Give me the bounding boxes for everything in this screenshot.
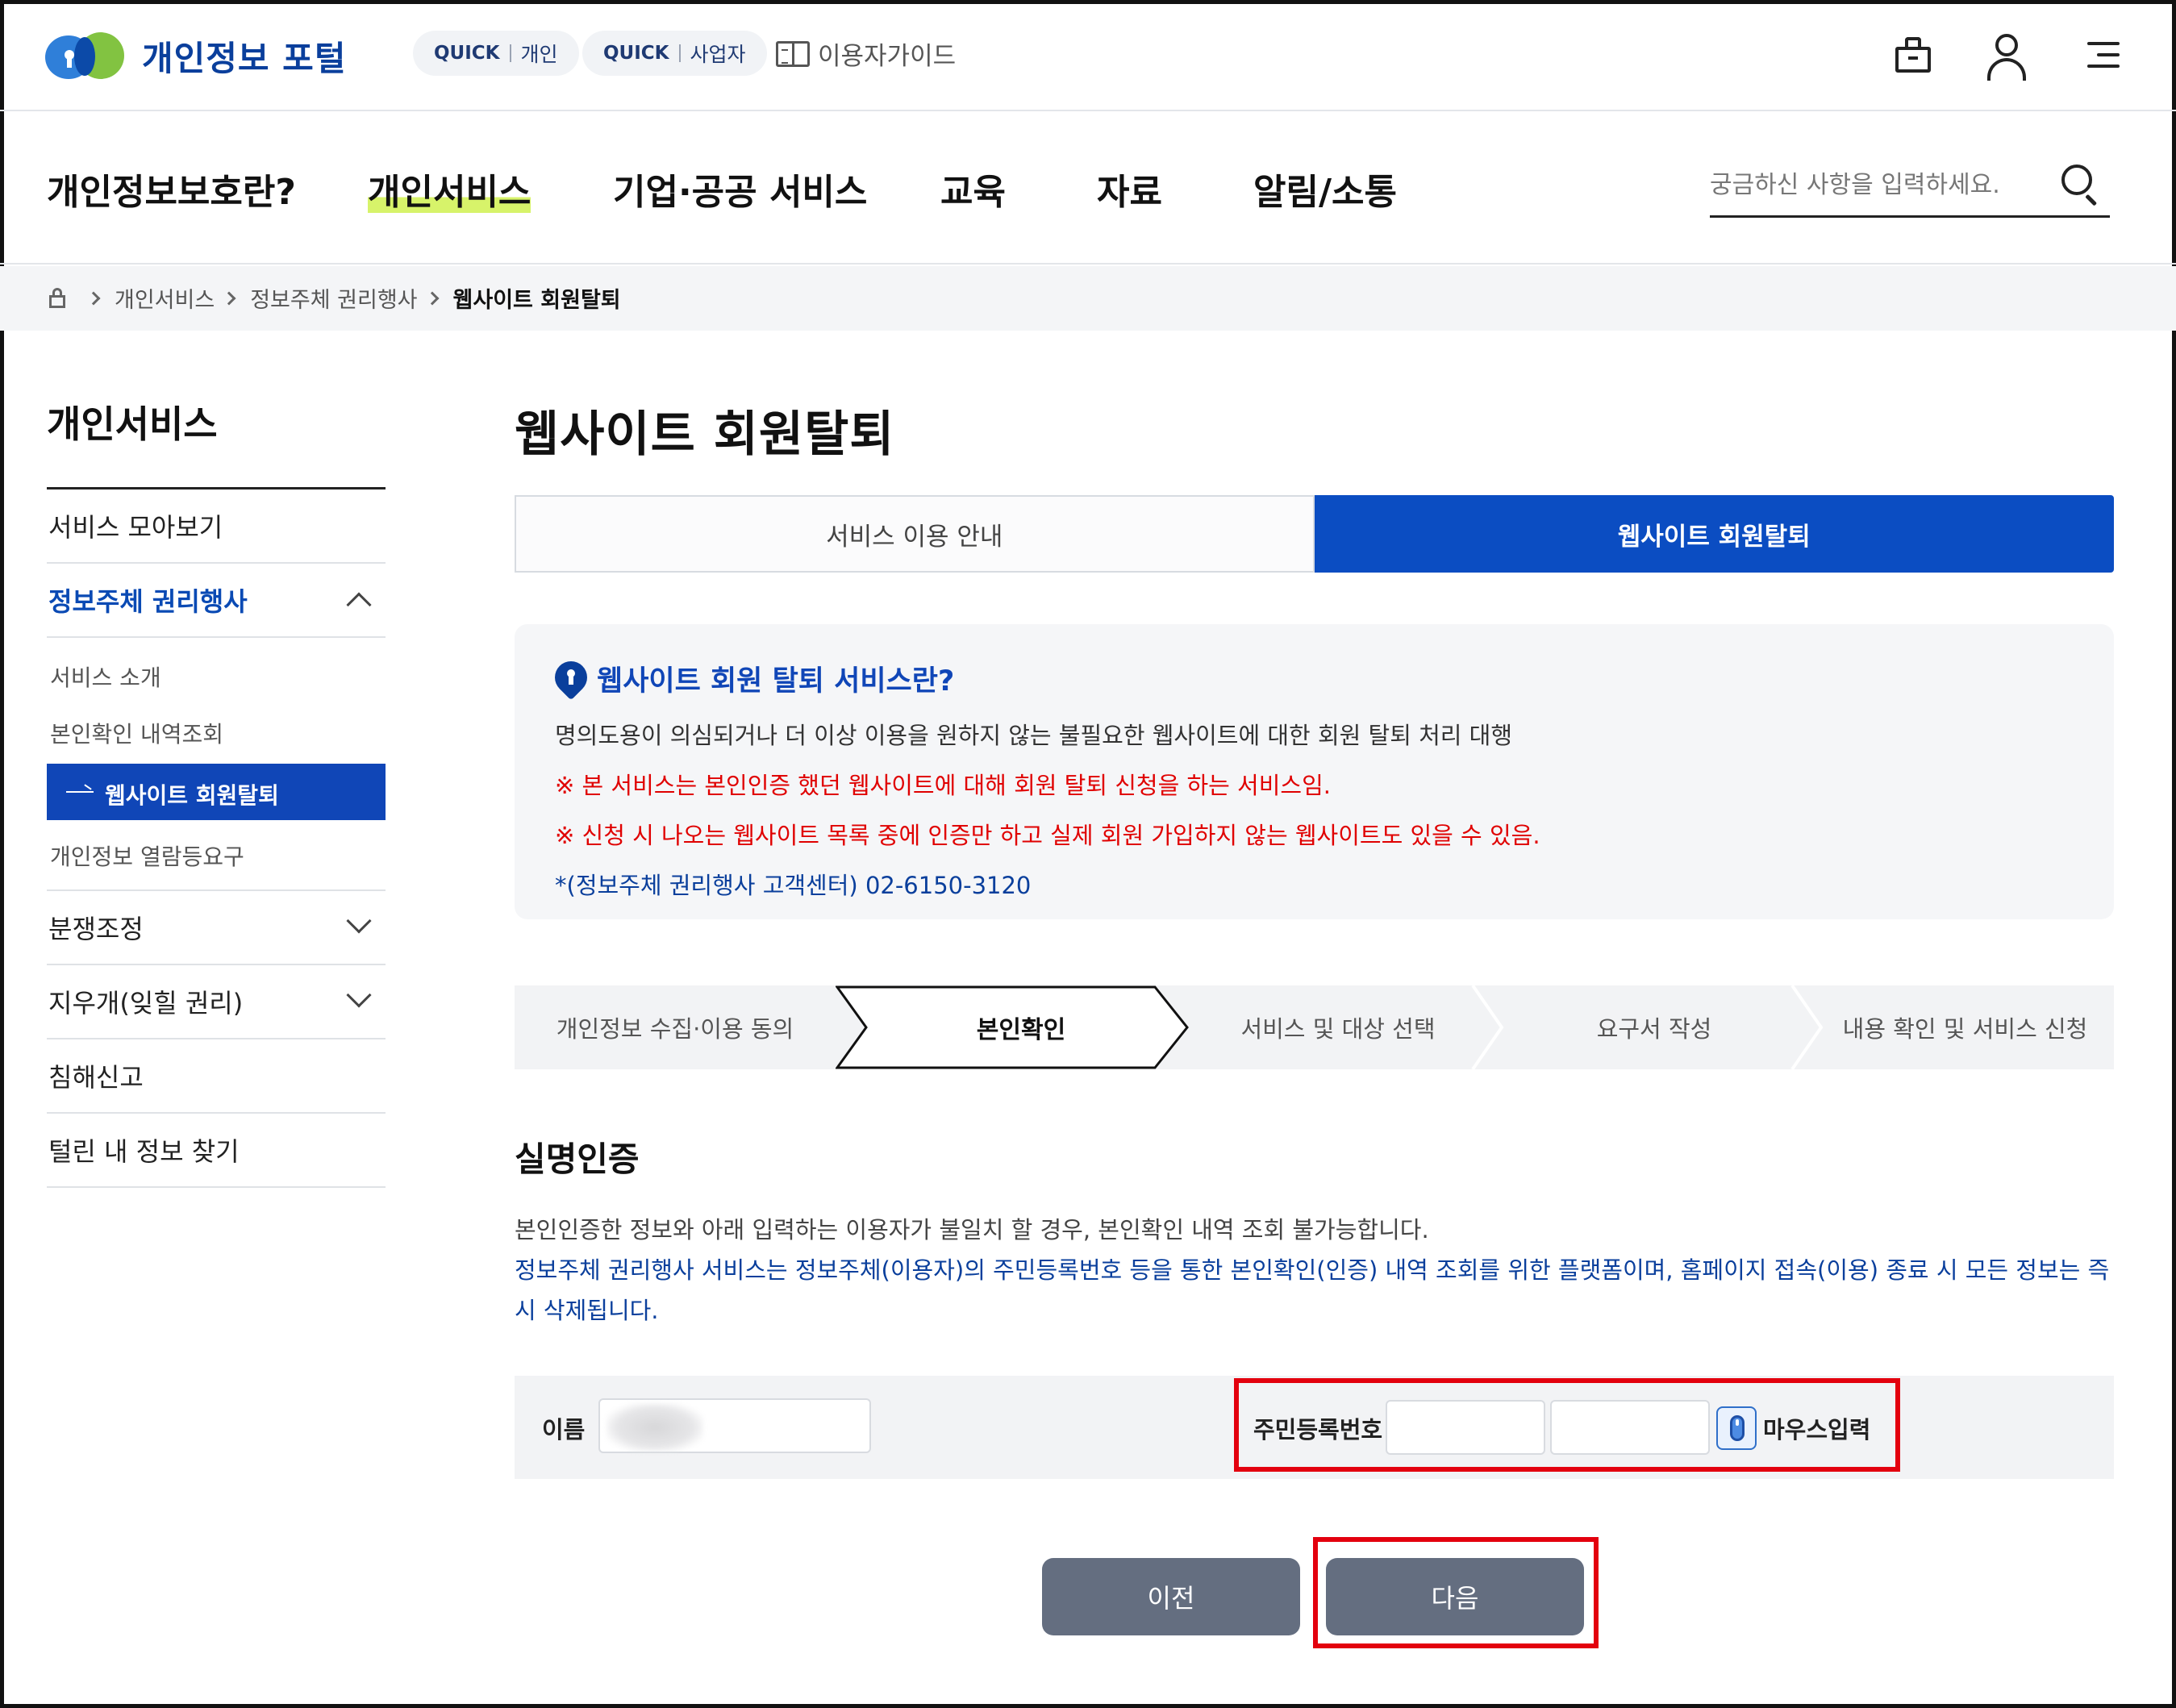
book-icon	[776, 40, 810, 67]
sidebar-title: 개인서비스	[47, 402, 218, 446]
user-guide-label: 이용자가이드	[818, 42, 957, 71]
name-blurred-value	[607, 1403, 703, 1452]
next-button[interactable]: 다음	[1326, 1558, 1584, 1635]
main-nav: 개인정보보호란? 개인서비스 기업·공공 서비스 교육 자료 알림/소통	[0, 113, 2176, 265]
chevron-right-icon	[425, 291, 440, 305]
breadcrumb-item[interactable]: 정보주체 권리행사	[250, 282, 417, 314]
info-notice: ※ 신청 시 나오는 웹사이트 목록 중에 인증만 하고 실제 회원 가입하지 …	[555, 822, 1540, 849]
sidebar-menu: 서비스 모아보기 정보주체 권리행사 서비스 소개 본인확인 내역조회 웹사이트…	[47, 487, 386, 1188]
step-verification: 본인확인	[976, 1016, 1066, 1044]
site-logo[interactable]: 개인정보 포털	[45, 31, 346, 81]
breadcrumb-item[interactable]: 개인서비스	[115, 282, 215, 314]
nav-item-education[interactable]: 교육	[940, 163, 1006, 215]
top-bar: 개인정보 포털 QUICK 개인 QUICK 사업자 이용자가이드	[0, 0, 2176, 111]
bag-icon[interactable]	[1890, 32, 1936, 77]
tab-bar: 서비스 이용 안내 웹사이트 회원탈퇴	[515, 495, 2114, 573]
step-write-request: 요구서 작성	[1596, 1015, 1712, 1043]
sidebar-subitem-withdrawal[interactable]: 웹사이트 회원탈퇴	[47, 764, 386, 820]
step-confirm-apply: 내용 확인 및 서비스 신청	[1842, 1015, 2088, 1043]
section-desc-line: 본인인증한 정보와 아래 입력하는 이용자가 불일치 할 경우, 본인확인 내역…	[515, 1216, 1429, 1244]
info-contact: *(정보주체 권리행사 고객센터) 02-6150-3120	[555, 872, 1032, 899]
nav-item-business-service[interactable]: 기업·공공 서비스	[613, 163, 867, 215]
sidebar-subitem-access-request[interactable]: 개인정보 열람등요구	[47, 825, 386, 881]
sidebar-item-eraser[interactable]: 지우개(잊힐 권리)	[47, 965, 386, 1039]
nav-item-personal-service[interactable]: 개인서비스	[368, 163, 531, 215]
quick-label: 개인	[520, 43, 558, 66]
chevron-down-icon	[346, 908, 372, 934]
quick-link-business[interactable]: QUICK 사업자	[582, 31, 767, 76]
breadcrumb: 개인서비스 정보주체 권리행사 웹사이트 회원탈퇴	[47, 282, 621, 314]
sidebar-item-dispute[interactable]: 분쟁조정	[47, 891, 386, 965]
chevron-down-icon	[346, 982, 372, 1008]
annotation-highlight-box	[1234, 1378, 1900, 1472]
sidebar-item-report[interactable]: 침해신고	[47, 1039, 386, 1114]
quick-prefix: QUICK	[434, 43, 500, 64]
user-icon[interactable]	[1984, 32, 2029, 81]
quick-label: 사업자	[690, 43, 746, 66]
chevron-right-icon	[222, 291, 236, 305]
nav-item-about[interactable]: 개인정보보호란?	[47, 163, 296, 215]
sidebar-item-leaked-info[interactable]: 털린 내 정보 찾기	[47, 1114, 386, 1188]
logo-mark-icon	[45, 31, 124, 81]
section-title: 실명인증	[515, 1139, 640, 1179]
search-icon[interactable]	[2060, 163, 2099, 206]
user-guide-link[interactable]: 이용자가이드	[776, 35, 956, 72]
section-desc-notice: 정보주체 권리행사 서비스는 정보주체(이용자)의 주민등록번호 등을 통한 본…	[515, 1256, 2110, 1324]
search-input[interactable]	[1710, 165, 2049, 205]
name-label: 이름	[542, 1416, 586, 1443]
home-icon[interactable]	[47, 287, 68, 310]
step-verification-active: 본인확인	[836, 985, 1190, 1069]
info-pin-icon	[548, 654, 594, 700]
nav-item-resources[interactable]: 자료	[1097, 163, 1162, 215]
search-box	[1710, 155, 2110, 218]
quick-link-personal[interactable]: QUICK 개인	[413, 31, 579, 76]
page-title: 웹사이트 회원탈퇴	[515, 406, 895, 463]
quick-divider	[678, 44, 681, 62]
breadcrumb-current: 웹사이트 회원탈퇴	[452, 288, 621, 313]
info-heading: 웹사이트 회원 탈퇴 서비스란?	[548, 654, 2074, 700]
quick-prefix: QUICK	[603, 43, 669, 64]
step-consent: 개인정보 수집·이용 동의	[556, 1015, 794, 1043]
info-notice: ※ 본 서비스는 본인인증 했던 웹사이트에 대해 회원 탈퇴 신청을 하는 서…	[555, 772, 1331, 799]
info-box: 웹사이트 회원 탈퇴 서비스란? 명의도용이 의심되거나 더 이상 이용을 원하…	[515, 624, 2114, 919]
sidebar-item-overview[interactable]: 서비스 모아보기	[47, 489, 386, 564]
step-select-service: 서비스 및 대상 선택	[1240, 1015, 1436, 1043]
tab-service-guide[interactable]: 서비스 이용 안내	[515, 495, 1315, 573]
section-description: 본인인증한 정보와 아래 입력하는 이용자가 불일치 할 경우, 본인확인 내역…	[515, 1210, 2120, 1331]
chevron-up-icon	[346, 592, 372, 618]
menu-icon[interactable]	[2078, 32, 2123, 77]
breadcrumb-bar: 개인서비스 정보주체 권리행사 웹사이트 회원탈퇴	[0, 266, 2176, 331]
sidebar-submenu: 서비스 소개 본인확인 내역조회 웹사이트 회원탈퇴 개인정보 열람등요구	[47, 638, 386, 891]
step-indicator: 개인정보 수집·이용 동의 본인확인 서비스 및 대상 선택 요구서 작성 내용…	[515, 985, 2114, 1069]
sidebar-item-rights[interactable]: 정보주체 권리행사	[47, 564, 386, 638]
nav-item-notice[interactable]: 알림/소통	[1253, 163, 1397, 215]
prev-button[interactable]: 이전	[1042, 1558, 1300, 1635]
sidebar-subitem-history[interactable]: 본인확인 내역조회	[47, 702, 386, 759]
sidebar-subitem-intro[interactable]: 서비스 소개	[47, 646, 386, 702]
tab-withdrawal[interactable]: 웹사이트 회원탈퇴	[1314, 495, 2114, 573]
info-description: 명의도용이 의심되거나 더 이상 이용을 원하지 않는 불필요한 웹사이트에 대…	[555, 722, 1513, 749]
quick-divider	[509, 44, 511, 62]
chevron-right-icon	[86, 291, 101, 305]
logo-text: 개인정보 포털	[142, 38, 347, 78]
